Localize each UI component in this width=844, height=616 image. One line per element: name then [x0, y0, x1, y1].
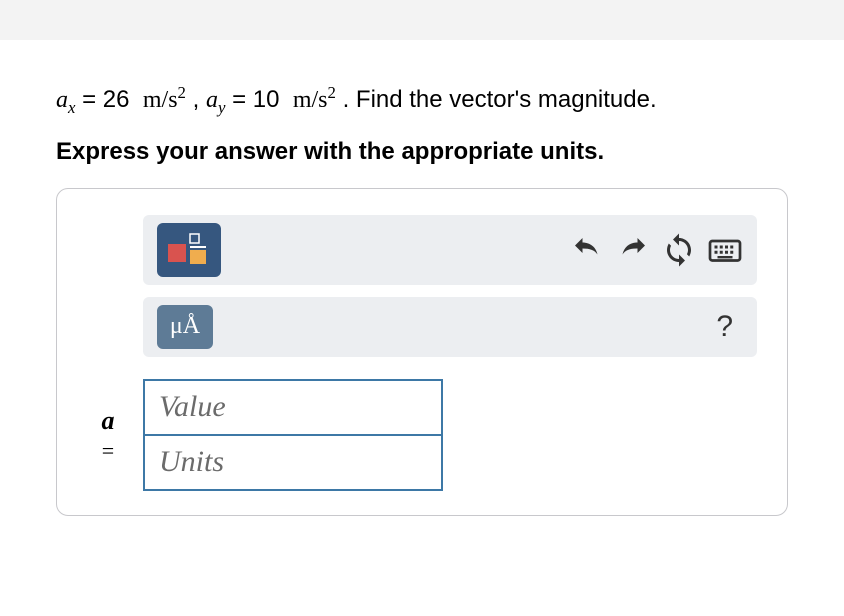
ay-variable: a	[206, 87, 218, 113]
formatting-toolbar	[143, 215, 757, 285]
value-input[interactable]	[143, 379, 443, 435]
period: .	[343, 86, 356, 113]
units-toolbar: μÅ ?	[143, 297, 757, 357]
unit-s-1: s	[168, 87, 177, 113]
unit-m-2: m	[293, 87, 312, 113]
units-input[interactable]	[143, 435, 443, 491]
units-picker-label: μÅ	[170, 313, 200, 340]
ay-subscript: y	[218, 98, 225, 117]
comma: ,	[193, 86, 206, 113]
keyboard-button[interactable]	[707, 232, 743, 268]
ax-subscript: x	[68, 98, 75, 117]
ay-value: = 10	[232, 86, 279, 113]
units-picker-button[interactable]: μÅ	[157, 305, 213, 349]
redo-icon	[615, 232, 651, 268]
answer-variable-letter: a	[102, 406, 115, 435]
top-gray-bar	[0, 0, 844, 40]
template-picker-button[interactable]	[157, 223, 221, 277]
ax-variable: a	[56, 87, 68, 113]
content-area: ax = 26 m/s2 , ay = 10 m/s2 . Find the v…	[0, 40, 844, 516]
problem-statement: ax = 26 m/s2 , ay = 10 m/s2 . Find the v…	[56, 80, 788, 120]
ax-value: = 26	[82, 86, 129, 113]
unit-exp-2: 2	[328, 83, 336, 102]
equals-sign: =	[87, 439, 129, 463]
instruction-text: Express your answer with the appropriate…	[56, 138, 788, 166]
answer-fields	[143, 379, 443, 491]
unit-s-2: s	[318, 87, 327, 113]
undo-button[interactable]	[569, 232, 605, 268]
answer-variable-label: a =	[87, 407, 129, 464]
unit-exp-1: 2	[178, 83, 186, 102]
unit-m-1: m	[143, 87, 162, 113]
reset-button[interactable]	[661, 232, 697, 268]
reset-icon	[661, 232, 697, 268]
problem-tail: Find the vector's magnitude.	[356, 86, 657, 113]
answer-input-row: a =	[87, 379, 757, 491]
redo-button[interactable]	[615, 232, 651, 268]
undo-icon	[569, 232, 605, 268]
answer-panel: μÅ ? a =	[56, 188, 788, 516]
keyboard-icon	[707, 232, 743, 268]
help-label: ?	[716, 310, 733, 344]
help-button[interactable]: ?	[706, 310, 743, 344]
